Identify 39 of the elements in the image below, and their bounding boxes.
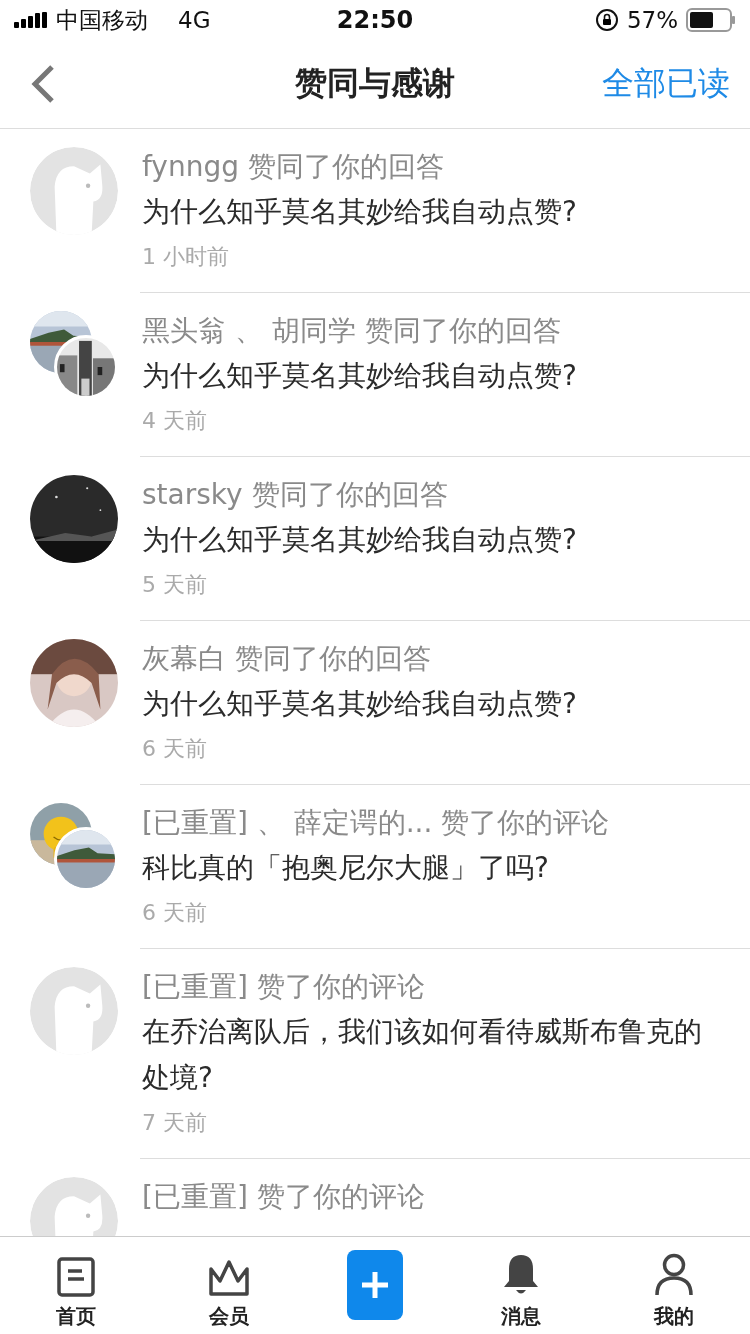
question-title[interactable]: 在乔治离队后，我们该如何看待威斯布鲁克的处境? [142,1009,710,1101]
crown-icon [207,1259,250,1297]
tab-button[interactable]: 首页 [0,1237,153,1334]
tab-button[interactable]: 我的 [597,1237,750,1334]
plus-icon [360,1270,390,1300]
default-avatar-icon [30,147,118,235]
tab-button[interactable]: 会员 [152,1237,305,1334]
signal-icon [14,12,48,28]
default-avatar-icon [30,967,118,1055]
page-title: 赞同与感谢 [295,64,455,102]
question-title[interactable]: 为什么知乎莫名其妙给我自动点赞? [142,517,577,563]
clock: 22:50 [336,6,414,34]
document-icon [57,1257,96,1297]
notification-header: 灰幕白 赞同了你的回答 [142,641,431,677]
question-title[interactable]: 为什么知乎莫名其妙给我自动点赞? [142,353,577,399]
timestamp: 6 天前 [142,735,207,763]
timestamp: 1 小时前 [142,243,229,271]
notification-header: [已重置] 、 薛定谔的... 赞了你的评论 [142,805,610,841]
timestamp: 4 天前 [142,407,207,435]
mark-all-read-button[interactable]: 全部已读 [598,62,734,106]
tab-button[interactable]: 消息 [445,1237,598,1334]
battery-percentage: 57% [626,7,678,33]
timestamp: 6 天前 [142,899,207,927]
carrier-name: 中国移动 [56,5,148,35]
compose-button[interactable] [347,1250,403,1320]
notification-header: starsky 赞同了你的回答 [142,477,448,513]
notification-header: 黑头翁 、 胡同学 赞同了你的回答 [142,313,561,349]
network-type: 4G [178,7,211,33]
person-icon [653,1253,694,1297]
timestamp: 7 天前 [142,1109,207,1137]
rotation-lock-icon [594,8,619,32]
notification-header: [已重置] 赞了你的评论 [142,969,425,1005]
notification-header: fynngg 赞同了你的回答 [142,149,444,185]
notification-header: [已重置] 赞了你的评论 [142,1179,425,1215]
battery-icon [686,8,736,32]
question-title[interactable]: 为什么知乎莫名其妙给我自动点赞? [142,681,577,727]
question-title[interactable]: 为什么知乎莫名其妙给我自动点赞? [142,189,577,235]
question-title[interactable]: 科比真的「抱奥尼尔大腿」了吗? [142,845,549,891]
timestamp: 5 天前 [142,571,207,599]
